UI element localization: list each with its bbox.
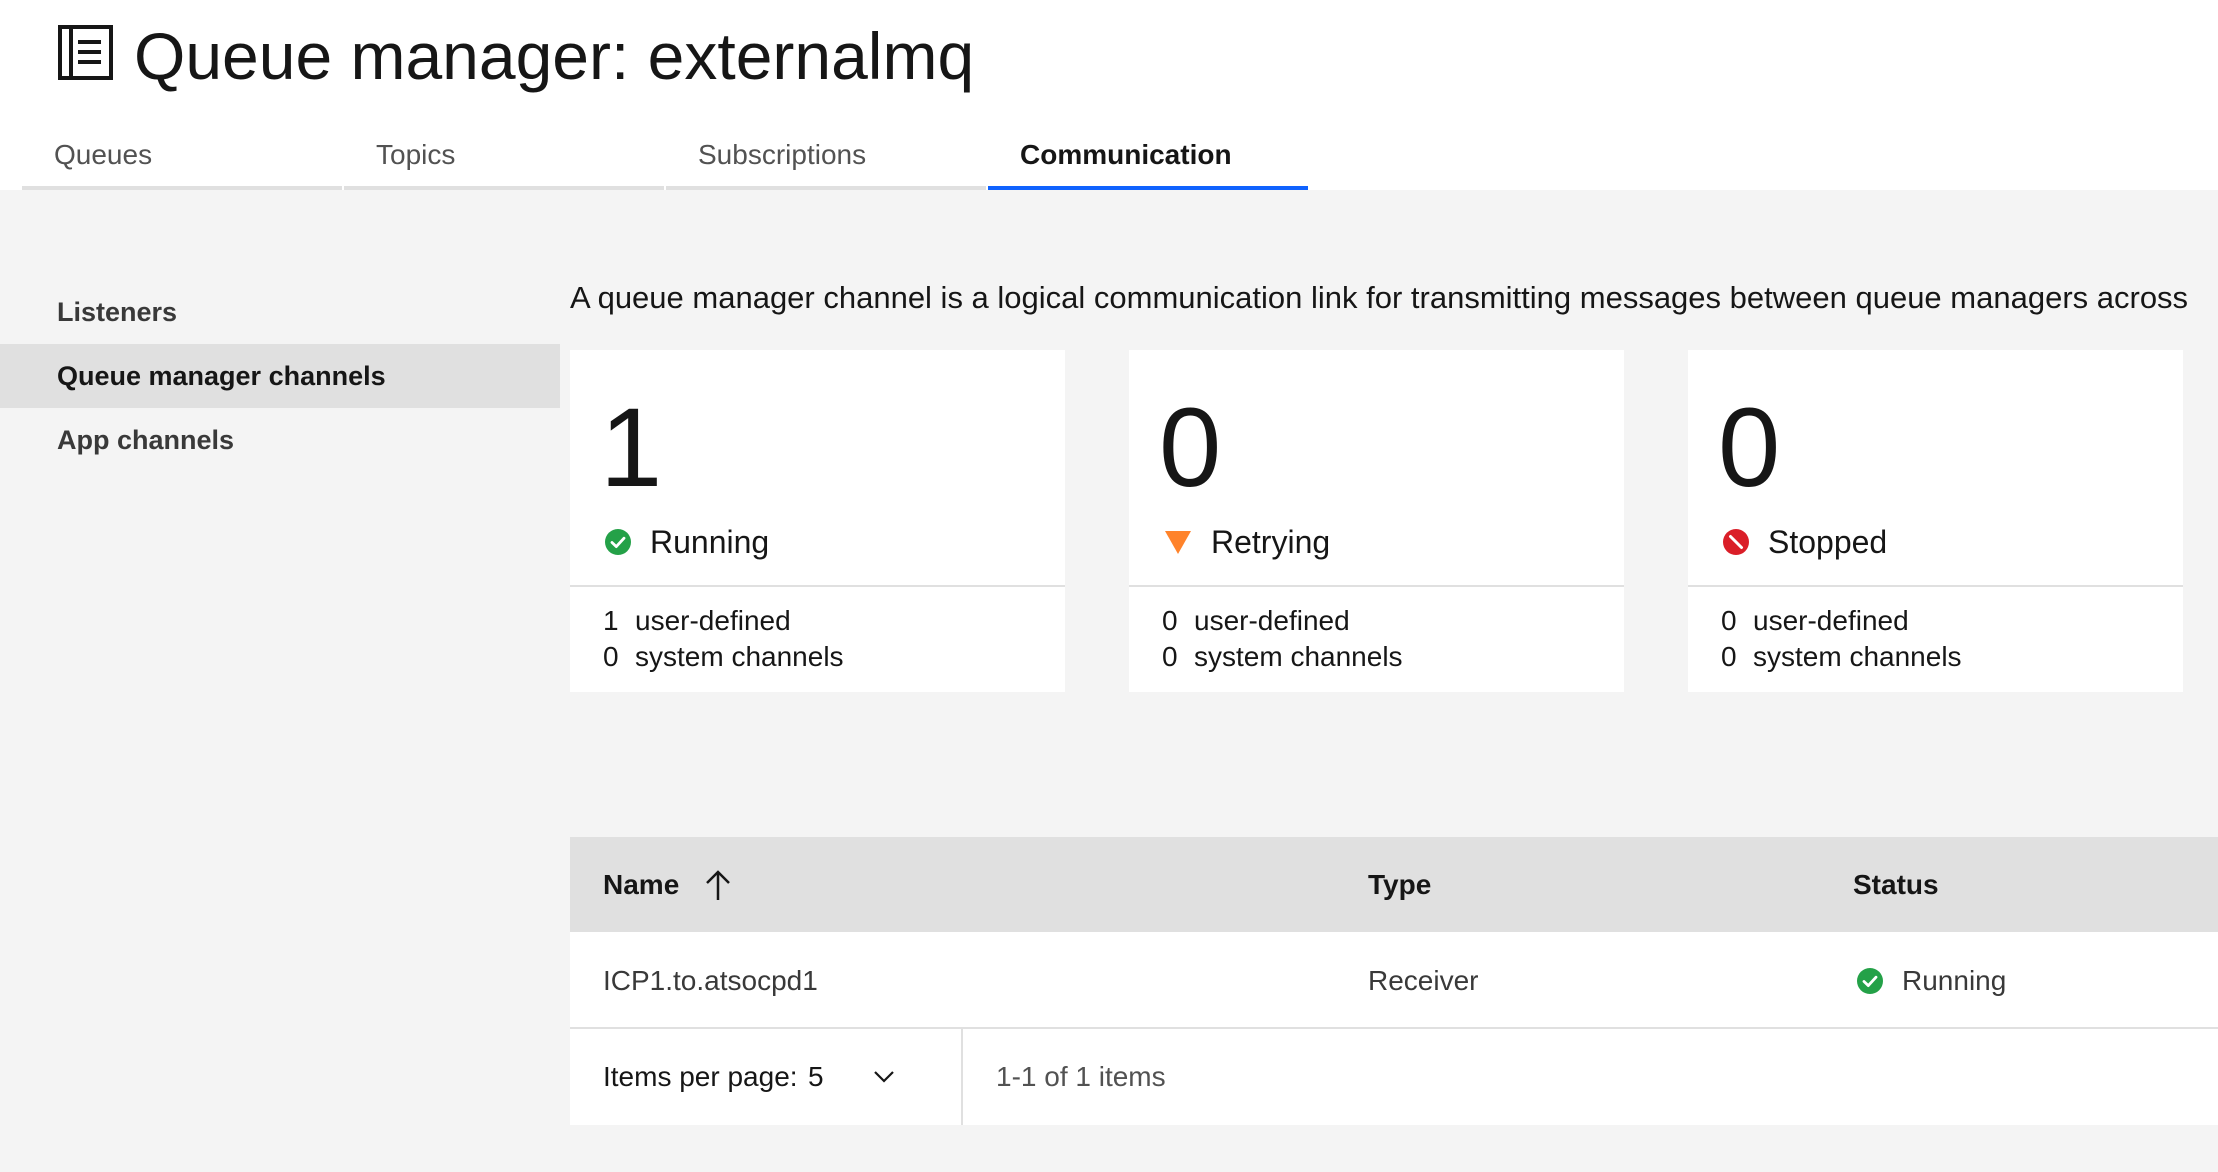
side-nav-item-listeners[interactable]: Listeners — [0, 280, 560, 344]
tile-status-label: Running — [650, 524, 770, 560]
channels-table: Name Type Status ICP1.to.atsocpd1 Receiv… — [570, 837, 2218, 1125]
tile-count: 0 — [1159, 385, 1222, 510]
table-row[interactable]: ICP1.to.atsocpd1 Receiver Running — [570, 932, 2218, 1029]
tile-retrying: 0 Retrying 0 user-defined 0 system channel… — [1129, 350, 1624, 692]
tile-divider — [1688, 585, 2183, 587]
column-header-status[interactable]: Status — [1853, 837, 1939, 932]
user-defined-count: 0 — [1162, 605, 1178, 636]
section-description: A queue manager channel is a logical com… — [570, 280, 2189, 315]
tile-system-channels: 0 system channels — [603, 639, 844, 675]
user-defined-label: user-defined — [1753, 605, 1909, 636]
user-defined-label: user-defined — [635, 605, 791, 636]
chevron-down-icon — [874, 1071, 894, 1083]
tile-count: 1 — [600, 385, 663, 510]
page-header: Queue manager: externalmq Queues Topics … — [0, 0, 2218, 190]
system-channels-count: 0 — [603, 641, 619, 672]
tile-user-defined: 0 user-defined — [1721, 603, 1909, 639]
tab-bar: Queues Topics Subscriptions Communicatio… — [22, 128, 1310, 190]
page-title: Queue manager: externalmq — [134, 19, 975, 93]
tile-system-channels: 0 system channels — [1721, 639, 1962, 675]
tab-queues[interactable]: Queues — [22, 128, 342, 190]
tab-communication[interactable]: Communication — [988, 128, 1308, 190]
pagination-bar: Items per page: 5 1-1 of 1 items — [570, 1029, 2218, 1125]
column-header-type[interactable]: Type — [1368, 837, 1431, 932]
tab-topics[interactable]: Topics — [344, 128, 664, 190]
tile-status-label: Stopped — [1768, 524, 1888, 560]
system-channels-count: 0 — [1721, 641, 1737, 672]
cell-name: ICP1.to.atsocpd1 — [603, 965, 818, 996]
side-nav-item-queue-manager-channels[interactable]: Queue manager channels — [0, 344, 560, 408]
stopped-icon — [1723, 529, 1749, 555]
user-defined-count: 0 — [1721, 605, 1737, 636]
tile-stopped: 0 Stopped 0 user-defined 0 system channels — [1688, 350, 2183, 692]
system-channels-label: system channels — [635, 641, 844, 672]
queue-manager-icon — [58, 25, 113, 80]
check-circle-icon — [1857, 967, 1883, 994]
warning-triangle-icon — [1165, 531, 1191, 554]
system-channels-count: 0 — [1162, 641, 1178, 672]
tile-system-channels: 0 system channels — [1162, 639, 1403, 675]
status-tiles: 1 Running 1 user-defined 0 system channels… — [570, 350, 2218, 692]
tile-status: Retrying — [1163, 520, 1330, 564]
check-circle-icon — [605, 529, 631, 555]
tile-divider — [570, 585, 1065, 587]
pagination-range: 1-1 of 1 items — [996, 1061, 1166, 1092]
user-defined-count: 1 — [603, 605, 619, 636]
column-header-name[interactable]: Name — [603, 837, 679, 932]
side-nav: Listeners Queue manager channels App cha… — [0, 280, 560, 472]
tile-running: 1 Running 1 user-defined 0 system channels — [570, 350, 1065, 692]
main-content: Listeners Queue manager channels App cha… — [0, 190, 2218, 1172]
tile-status: Stopped — [1722, 520, 1887, 564]
table-header: Name Type Status — [570, 837, 2218, 932]
system-channels-label: system channels — [1753, 641, 1962, 672]
cell-status: Running — [1856, 932, 2006, 1029]
app-root: Queue manager: externalmq Queues Topics … — [0, 0, 2218, 1172]
items-per-page-value: 5 — [808, 1061, 824, 1092]
tab-subscriptions[interactable]: Subscriptions — [666, 128, 986, 190]
tile-count: 0 — [1718, 385, 1781, 510]
tile-divider — [1129, 585, 1624, 587]
items-per-page-select[interactable]: 5 — [790, 1029, 955, 1125]
user-defined-label: user-defined — [1194, 605, 1350, 636]
cell-status-label: Running — [1902, 965, 2007, 996]
pagination-divider — [961, 1029, 963, 1125]
tile-status: Running — [604, 520, 769, 564]
sort-ascending-icon[interactable] — [703, 869, 733, 901]
cell-type: Receiver — [1368, 965, 1479, 996]
items-per-page-label: Items per page: — [603, 1061, 798, 1092]
tile-user-defined: 1 user-defined — [603, 603, 791, 639]
system-channels-label: system channels — [1194, 641, 1403, 672]
side-nav-item-app-channels[interactable]: App channels — [0, 408, 560, 472]
tile-status-label: Retrying — [1211, 524, 1331, 560]
tile-user-defined: 0 user-defined — [1162, 603, 1350, 639]
